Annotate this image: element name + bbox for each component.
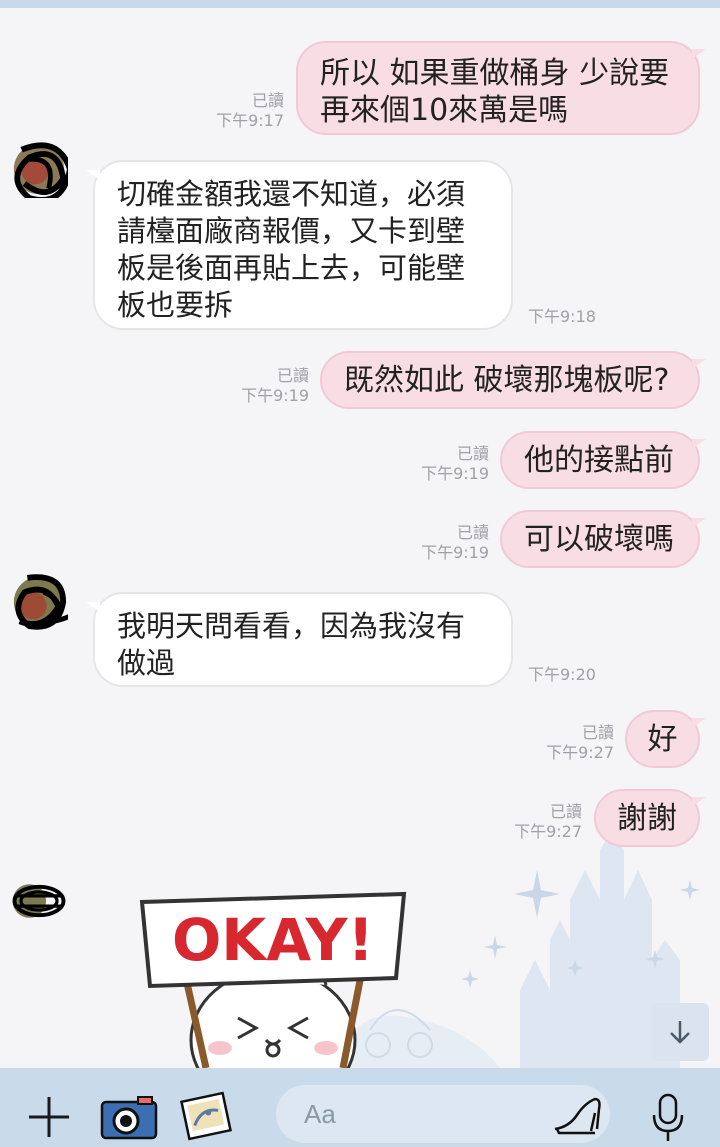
contact-avatar[interactable] (10, 872, 68, 930)
read-receipt: 已讀 (456, 444, 489, 463)
outgoing-message-bubble[interactable]: 既然如此 破壞那塊板呢? (320, 351, 706, 409)
message-time: 下午9:19 (421, 543, 489, 562)
message-text-line: 做過 (117, 646, 176, 680)
message-time: 下午9:17 (216, 111, 284, 130)
contact-avatar[interactable] (10, 140, 68, 198)
read-receipt: 已讀 (251, 91, 284, 110)
message-meta: 已讀 下午9:19 (225, 366, 309, 406)
camera-icon (100, 1096, 158, 1140)
message-time: 下午9:19 (421, 464, 489, 483)
sticker-button[interactable] (550, 1092, 604, 1138)
outgoing-message-bubble[interactable]: 好 (625, 710, 706, 768)
message-text-line: 板是後面再貼上去，可能壁 (117, 251, 466, 285)
message-meta: 已讀 下午9:27 (530, 723, 614, 763)
incoming-message-bubble[interactable]: 我明天問看看，因為我沒有 做過 (86, 592, 513, 687)
incoming-message-bubble[interactable]: 切確金額我還不知道，必須 請檯面廠商報價，又卡到壁 板是後面再貼上去，可能壁 板… (86, 160, 513, 330)
message-time: 下午9:18 (528, 307, 596, 326)
message-text-line: 板也要拆 (117, 288, 234, 322)
message-text-line: 請檯面廠商報價，又卡到壁 (117, 214, 466, 248)
message-text-line: 可以破壞嗎 (524, 522, 674, 557)
arrow-down-icon (670, 1021, 690, 1044)
voice-button[interactable] (645, 1090, 691, 1146)
top-bar (0, 0, 720, 8)
camera-button[interactable] (99, 1092, 159, 1142)
sticker-text: OKAY! (172, 906, 374, 974)
read-receipt: 已讀 (549, 802, 582, 821)
okay-sticker[interactable]: OKAY! (138, 890, 408, 1070)
message-text-line: 再來個10來萬是嗎 (320, 93, 569, 128)
read-receipt: 已讀 (456, 523, 489, 542)
message-text-line: 好 (647, 722, 678, 757)
message-text-line: 切確金額我還不知道，必須 (117, 177, 466, 211)
gallery-button[interactable] (178, 1088, 234, 1144)
message-text-line: 他的接點前 (524, 443, 674, 478)
message-time: 下午9:27 (546, 743, 614, 762)
outgoing-message-bubble[interactable]: 可以破壞嗎 (500, 510, 706, 568)
message-text-line: 既然如此 破壞那塊板呢? (344, 363, 670, 398)
message-text-line: 所以 如果重做桶身 少說要 (320, 56, 670, 91)
outgoing-message-bubble[interactable]: 謝謝 (594, 789, 706, 847)
message-meta: 已讀 下午9:27 (498, 802, 582, 842)
microphone-icon (652, 1093, 684, 1141)
message-time: 下午9:19 (241, 386, 309, 405)
outgoing-message-bubble[interactable]: 所以 如果重做桶身 少說要 再來個10來萬是嗎 (296, 41, 706, 135)
glass-slipper-icon (554, 1097, 601, 1135)
contact-avatar[interactable] (10, 573, 68, 631)
message-time: 下午9:27 (514, 822, 582, 841)
message-meta: 已讀 下午9:19 (405, 523, 489, 563)
message-input-placeholder: Aa (304, 1099, 336, 1129)
read-receipt: 已讀 (276, 366, 309, 385)
read-receipt: 已讀 (581, 723, 614, 742)
message-text-line: 謝謝 (617, 801, 677, 836)
outgoing-message-bubble[interactable]: 他的接點前 (500, 431, 706, 489)
plus-icon (29, 1097, 69, 1137)
add-button[interactable] (22, 1090, 76, 1144)
scroll-to-bottom-button[interactable] (651, 1003, 709, 1061)
message-time: 下午9:20 (528, 665, 596, 684)
message-text-line: 我明天問看看，因為我沒有 (117, 609, 466, 643)
message-meta: 已讀 下午9:17 (200, 91, 284, 131)
message-meta: 已讀 下午9:19 (405, 444, 489, 484)
photo-icon (180, 1091, 232, 1141)
